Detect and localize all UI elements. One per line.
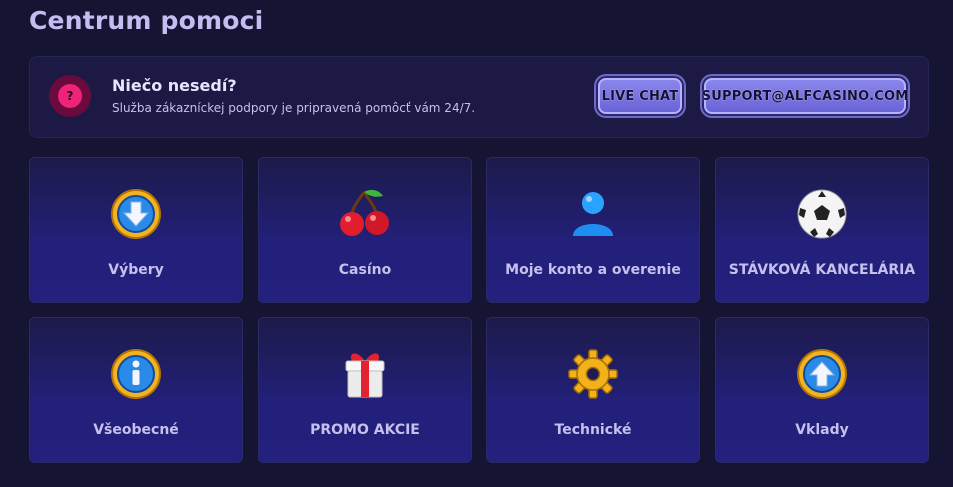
user-icon [565, 186, 621, 242]
category-label: Všeobecné [93, 422, 179, 438]
live-chat-button[interactable]: LIVE CHAT [598, 78, 682, 114]
page-title: Centrum pomoci [29, 6, 264, 35]
support-email-button[interactable]: SUPPORT@ALFCASINO.COM [702, 78, 908, 114]
soccer-ball-icon [794, 186, 850, 242]
category-label: STÁVKOVÁ KANCELÁRIA [728, 262, 916, 278]
download-arrow-icon [108, 186, 164, 242]
support-banner: ? Niečo nesedí? Služba zákazníckej podpo… [29, 56, 929, 138]
category-label: PROMO AKCIE [310, 422, 420, 438]
category-card-vseobecne[interactable]: Všeobecné [29, 317, 243, 463]
category-label: Technické [554, 422, 632, 438]
question-glyph: ? [58, 84, 82, 108]
category-label: Casíno [338, 262, 392, 278]
info-icon [108, 346, 164, 402]
category-card-vklady[interactable]: Vklady [715, 317, 929, 463]
category-card-casino[interactable]: Casíno [258, 157, 472, 303]
category-card-vybery[interactable]: Výbery [29, 157, 243, 303]
category-card-promo-akcie[interactable]: PROMO AKCIE [258, 317, 472, 463]
category-card-moje-konto[interactable]: Moje konto a overenie [486, 157, 700, 303]
category-card-technicke[interactable]: Technické [486, 317, 700, 463]
banner-title: Niečo nesedí? [112, 76, 237, 95]
category-label: Výbery [108, 262, 164, 278]
banner-subtitle: Služba zákazníckej podpory je pripravená… [112, 101, 476, 115]
category-label: Moje konto a overenie [505, 262, 681, 278]
gift-icon [337, 346, 393, 402]
upload-arrow-icon [794, 346, 850, 402]
category-card-stavkova-kancelaria[interactable]: STÁVKOVÁ KANCELÁRIA [715, 157, 929, 303]
question-icon: ? [49, 75, 91, 117]
category-label: Vklady [795, 422, 849, 438]
gear-icon [565, 346, 621, 402]
cherries-icon [337, 186, 393, 242]
